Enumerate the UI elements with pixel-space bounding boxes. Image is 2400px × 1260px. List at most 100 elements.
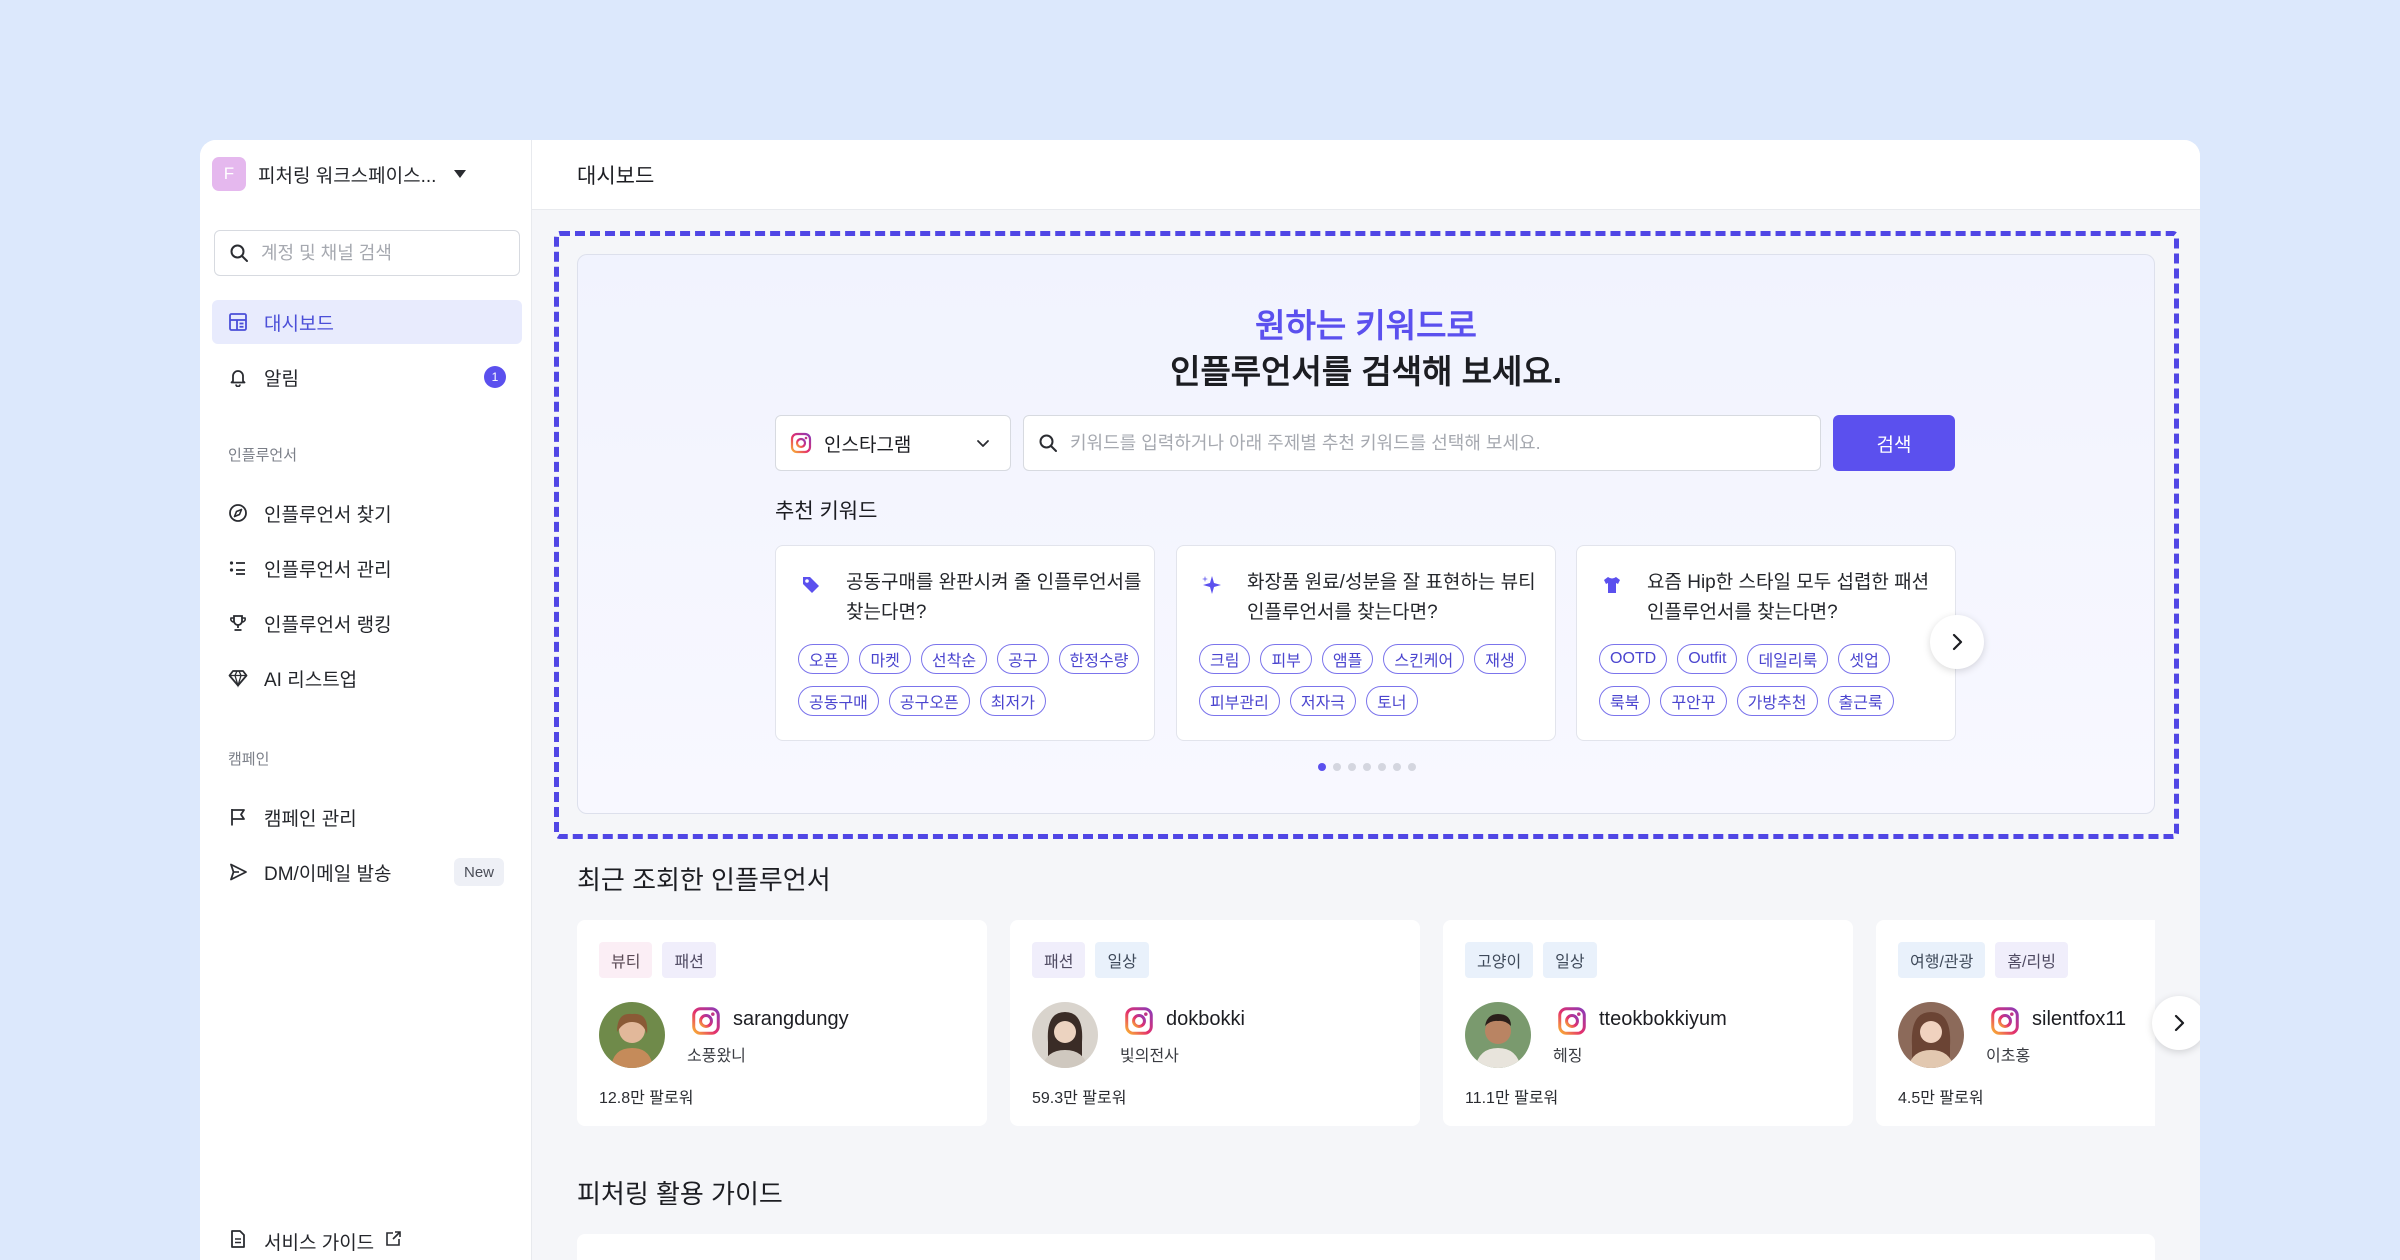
sidebar-item-label: 알림 (264, 368, 299, 390)
keyword-card: 요즘 Hip한 스타일 모두 섭렵한 패션 인플루언서를 찾는다면? OOTD … (1576, 545, 1956, 741)
keyword-tag[interactable]: 선착순 (920, 644, 988, 674)
recent-carousel-next-button[interactable] (2152, 996, 2200, 1050)
keyword-tag[interactable]: 크림 (1199, 644, 1251, 674)
keyword-tag[interactable]: 공동구매 (798, 686, 879, 716)
section-label-campaign: 캠페인 (228, 751, 270, 768)
follower-count: 59.3만 팔로워 (1032, 1090, 1127, 1107)
keyword-tag[interactable]: 꾸안꾸 (1660, 686, 1727, 716)
keyword-tag[interactable]: 출근룩 (1827, 686, 1894, 716)
document-icon (228, 1229, 248, 1255)
influencer-card[interactable]: 여행/관광 홈/리빙 silentfox11 이초홍 4.5만 팔로워 (1876, 920, 2155, 1126)
search-button[interactable]: 검색 (1833, 415, 1955, 471)
sidebar-item-dm-email[interactable]: DM/이메일 발송 New (212, 850, 522, 894)
pagination-dot[interactable] (1333, 763, 1341, 771)
new-badge: New (453, 858, 504, 886)
platform-select[interactable]: 인스타그램 (775, 415, 1011, 471)
keyword-tag-list: OOTD Outfit 데일리룩 셋업 룩북 꾸안꾸 가방추천 출근룩 (1599, 644, 1949, 716)
sidebar: F 피처링 워크스페이스... 대시보드 알림 1 인플루언서 (200, 140, 532, 1260)
keyword-search-hero: 원하는 키워드로 인플루언서를 검색해 보세요. 인스타그램 검색 추천 키워드… (577, 254, 2155, 814)
keyword-tag[interactable]: 가방추천 (1736, 686, 1818, 716)
bell-icon (228, 367, 248, 387)
keyword-tag[interactable]: 재생 (1474, 644, 1526, 674)
pagination-dot[interactable] (1363, 763, 1371, 771)
keyword-search-input[interactable] (1070, 432, 1810, 454)
recent-influencers-title: 최근 조회한 인플루언서 (577, 865, 831, 895)
influencer-handle: sarangdungy (733, 1008, 849, 1030)
sidebar-item-label: 대시보드 (264, 313, 334, 335)
tag-icon (798, 572, 824, 598)
category-tags: 패션 일상 (1032, 942, 1149, 978)
influencer-card[interactable]: 뷰티 패션 sarangdungy 소풍왔니 12.8만 팔로워 (577, 920, 987, 1126)
category-tag: 홈/리빙 (1995, 942, 2068, 978)
sidebar-footer-label: 서비스 가이드 (264, 1233, 375, 1254)
category-tag: 여행/관광 (1898, 942, 1986, 978)
keyword-carousel-next-button[interactable] (1930, 615, 1984, 669)
sidebar-item-find-influencer[interactable]: 인플루언서 찾기 (212, 491, 522, 535)
sidebar-item-campaign-manage[interactable]: 캠페인 관리 (212, 795, 522, 839)
sidebar-item-manage-influencer[interactable]: 인플루언서 관리 (212, 546, 522, 590)
category-tag: 패션 (1032, 942, 1086, 978)
keyword-tag-list: 오픈 마켓 선착순 공구 한정수량 공동구매 공구오픈 최저가 (798, 644, 1148, 716)
sidebar-item-ai-listup[interactable]: AI 리스트업 (212, 656, 522, 700)
usage-guide-card (577, 1234, 2155, 1260)
keyword-tag[interactable]: 한정수량 (1058, 644, 1140, 674)
keyword-tag[interactable]: 앰플 (1321, 644, 1374, 674)
keyword-tag[interactable]: 공구 (997, 644, 1049, 674)
pagination-dot-active[interactable] (1318, 763, 1326, 771)
sidebar-item-notifications[interactable]: 알림 1 (212, 355, 522, 399)
sidebar-item-influencer-ranking[interactable]: 인플루언서 랭킹 (212, 601, 522, 645)
instagram-icon (1990, 1006, 2020, 1041)
pagination-dot[interactable] (1393, 763, 1401, 771)
follower-count: 4.5만 팔로워 (1898, 1090, 1984, 1107)
hero-title-accent: 원하는 키워드로 (1255, 307, 1477, 344)
keyword-tag[interactable]: 피부관리 (1199, 686, 1280, 716)
influencer-card-clip: 여행/관광 홈/리빙 silentfox11 이초홍 4.5만 팔로워 (1876, 920, 2155, 1126)
usage-guide-title: 피처링 활용 가이드 (577, 1179, 783, 1209)
keyword-tag[interactable]: 데일리룩 (1747, 644, 1829, 674)
keyword-tag[interactable]: 마켓 (859, 644, 911, 674)
keyword-tag[interactable]: Outfit (1677, 644, 1738, 674)
category-tag: 일상 (1095, 942, 1149, 978)
keyword-tag[interactable]: 오픈 (798, 644, 850, 674)
keyword-tag-list: 크림 피부 앰플 스킨케어 재생 피부관리 저자극 토너 (1199, 644, 1549, 716)
external-link-icon (384, 1230, 402, 1254)
sidebar-item-dashboard[interactable]: 대시보드 (212, 300, 522, 344)
influencer-card[interactable]: 패션 일상 dokbokki 빛의전사 59.3만 팔로워 (1010, 920, 1420, 1126)
keyword-tag[interactable]: 저자극 (1289, 686, 1357, 716)
keyword-tag[interactable]: 토너 (1366, 686, 1418, 716)
avatar (1898, 1002, 1964, 1068)
diamond-icon (228, 668, 248, 688)
instagram-icon (691, 1006, 721, 1041)
keyword-tag[interactable]: 룩북 (1599, 686, 1651, 716)
section-label-influencer: 인플루언서 (228, 447, 298, 464)
workspace-name: 피처링 워크스페이스... (258, 165, 437, 187)
sidebar-service-guide[interactable]: 서비스 가이드 (228, 1228, 402, 1255)
influencer-name: 이초홍 (1986, 1048, 2031, 1065)
follower-count: 12.8만 팔로워 (599, 1090, 694, 1107)
pagination-dot[interactable] (1408, 763, 1416, 771)
sidebar-search-input[interactable] (261, 242, 501, 264)
influencer-name: 빛의전사 (1120, 1048, 1179, 1065)
sidebar-item-label: 인플루언서 찾기 (264, 504, 392, 526)
keyword-tag[interactable]: 최저가 (979, 686, 1046, 716)
avatar (599, 1002, 665, 1068)
keyword-tag[interactable]: 피부 (1260, 644, 1312, 674)
keyword-card-question: 공동구매를 완판시켜 줄 인플루언서를 찾는다면? (846, 572, 1142, 623)
flag-icon (228, 807, 248, 827)
influencer-name: 헤징 (1553, 1048, 1583, 1065)
trophy-icon (228, 613, 248, 633)
app-window: F 피처링 워크스페이스... 대시보드 알림 1 인플루언서 (200, 140, 2200, 1260)
keyword-tag[interactable]: OOTD (1599, 644, 1668, 674)
influencer-handle: silentfox11 (2032, 1008, 2127, 1030)
keyword-search-box (1023, 415, 1821, 471)
keyword-tag[interactable]: 공구오픈 (888, 686, 970, 716)
dashboard-icon (228, 312, 248, 332)
pagination-dot[interactable] (1378, 763, 1386, 771)
workspace-switcher[interactable]: F 피처링 워크스페이스... (212, 157, 467, 191)
sidebar-item-label: DM/이메일 발송 (264, 863, 392, 885)
pagination-dot[interactable] (1348, 763, 1356, 771)
influencer-card[interactable]: 고양이 일상 tteokbokkiyum 헤징 11.1만 팔로워 (1443, 920, 1853, 1126)
keyword-tag[interactable]: 셋업 (1838, 644, 1890, 674)
list-icon (228, 558, 248, 578)
keyword-tag[interactable]: 스킨케어 (1383, 644, 1465, 674)
